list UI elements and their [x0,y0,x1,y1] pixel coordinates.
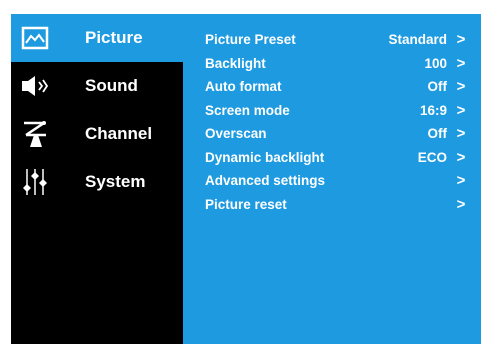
setting-value: 100 [424,55,447,71]
chevron-right-icon: > [456,195,466,213]
setting-picture-reset[interactable]: Picture reset > [183,193,481,217]
picture-settings-panel: Picture Preset Standard > Backlight 100 … [183,14,481,344]
setting-value: Off [427,126,448,142]
sidebar-item-system[interactable]: System [11,158,183,206]
setting-advanced-settings[interactable]: Advanced settings > [183,169,481,193]
sidebar: Picture Sound Channel System [11,14,183,344]
sidebar-item-label: Channel [85,124,153,143]
sidebar-item-channel[interactable]: Channel [11,110,183,158]
antenna-icon [19,118,51,150]
sidebar-item-sound[interactable]: Sound [11,62,183,110]
setting-auto-format[interactable]: Auto format Off > [183,75,481,99]
chevron-right-icon: > [456,54,466,72]
sidebar-item-label: Picture [85,28,143,47]
setting-label: Screen mode [205,102,290,118]
sidebar-item-label: System [85,172,146,191]
sidebar-item-label: Sound [85,76,138,95]
setting-label: Auto format [205,79,282,95]
setting-value: Off [427,79,448,95]
chevron-right-icon: > [456,125,466,143]
chevron-right-icon: > [456,172,466,190]
sidebar-item-picture[interactable]: Picture [11,14,183,62]
setting-label: Picture reset [205,196,287,212]
setting-overscan[interactable]: Overscan Off > [183,122,481,146]
setting-label: Backlight [205,55,266,71]
setting-value: ECO [417,149,447,165]
tv-settings-menu: Picture Sound Channel System Picture Pre… [11,14,481,344]
setting-backlight[interactable]: Backlight 100 > [183,52,481,76]
picture-icon [19,22,51,54]
setting-label: Dynamic backlight [205,149,325,165]
setting-label: Advanced settings [205,173,326,189]
setting-dynamic-backlight[interactable]: Dynamic backlight ECO > [183,146,481,170]
chevron-right-icon: > [456,78,466,96]
setting-label: Picture Preset [205,32,296,48]
chevron-right-icon: > [456,101,466,119]
setting-value: Standard [388,32,447,48]
chevron-right-icon: > [456,31,466,49]
setting-picture-preset[interactable]: Picture Preset Standard > [183,28,481,52]
chevron-right-icon: > [456,148,466,166]
speaker-icon [19,70,51,102]
sliders-icon [19,166,51,198]
setting-label: Overscan [205,126,267,142]
setting-value: 16:9 [419,102,447,118]
setting-screen-mode[interactable]: Screen mode 16:9 > [183,99,481,123]
